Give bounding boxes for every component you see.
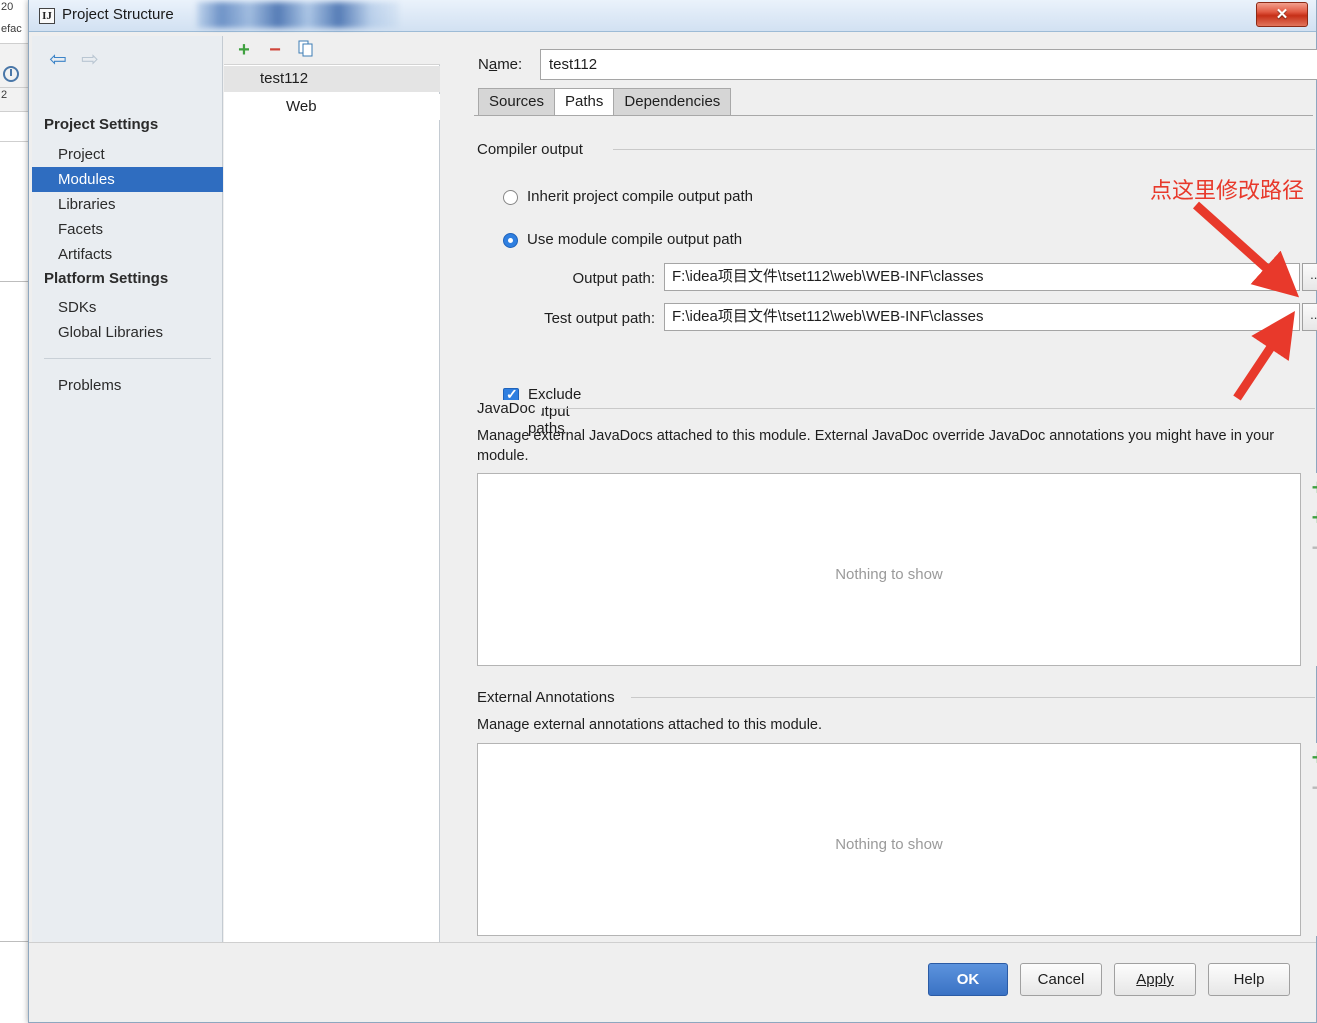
tree-node-web[interactable]: Web	[224, 94, 440, 120]
tab-dependencies[interactable]: Dependencies	[613, 88, 732, 115]
module-tree-toolbar: + −	[224, 36, 440, 65]
sidebar-nav: ⇦ ⇨	[44, 48, 104, 72]
radio-module-label: Use module compile output path	[527, 231, 743, 248]
tab-paths[interactable]: Paths	[554, 88, 615, 115]
tab-underline	[474, 115, 1313, 116]
back-arrow-icon[interactable]: ⇦	[44, 48, 72, 72]
javadoc-actions: + + −	[1303, 473, 1317, 666]
output-path-input[interactable]: F:\idea项目文件\tset112\web\WEB-INF\classes	[664, 263, 1300, 291]
sidebar-divider	[44, 358, 211, 359]
remove-module-button[interactable]: −	[263, 40, 287, 62]
module-name-input[interactable]: test112	[540, 49, 1317, 80]
test-output-path-input[interactable]: F:\idea项目文件\tset112\web\WEB-INF\classes	[664, 303, 1300, 331]
sidebar-item-facets[interactable]: Facets	[32, 217, 223, 242]
settings-sidebar: ⇦ ⇨ Project Settings Project Modules Lib…	[32, 36, 223, 953]
ok-button[interactable]: OK	[928, 963, 1008, 996]
radio-inherit-label: Inherit project compile output path	[527, 188, 753, 205]
sidebar-item-global-libraries[interactable]: Global Libraries	[32, 320, 223, 345]
test-output-path-label: Test output path:	[544, 310, 655, 327]
sidebar-item-sdks[interactable]: SDKs	[32, 295, 223, 320]
sidebar-item-artifacts[interactable]: Artifacts	[32, 242, 223, 267]
sidebar-item-project[interactable]: Project	[32, 142, 223, 167]
compiler-output-caption: Compiler output	[477, 141, 589, 158]
module-detail-panel: Name: test112 Sources Paths Dependencies…	[441, 36, 1317, 953]
title-blurred-region	[197, 2, 399, 28]
radio-inherit-indicator	[503, 190, 518, 205]
javadoc-empty-text: Nothing to show	[835, 565, 943, 583]
remove-javadoc-button[interactable]: −	[1303, 533, 1317, 563]
external-annotations-description: Manage external annotations attached to …	[477, 717, 823, 733]
tree-node-test112[interactable]: test112	[224, 66, 440, 92]
copy-module-icon[interactable]	[294, 40, 318, 62]
dialog-titlebar: IJ Project Structure ✕	[29, 0, 1316, 32]
output-path-browse-button[interactable]: ...	[1302, 263, 1317, 291]
bg-run-icon	[3, 66, 19, 82]
add-module-button[interactable]: +	[232, 40, 256, 62]
dialog-body: ⇦ ⇨ Project Settings Project Modules Lib…	[29, 33, 1317, 1022]
javadoc-rule	[551, 408, 1315, 409]
module-tabs: Sources Paths Dependencies	[478, 88, 732, 115]
sidebar-item-libraries[interactable]: Libraries	[32, 192, 223, 217]
add-annotation-path-button[interactable]: +	[1303, 743, 1317, 773]
name-label: Name:	[478, 56, 523, 73]
test-output-path-browse-button[interactable]: ...	[1302, 303, 1317, 331]
sidebar-group-project-settings: Project Settings	[44, 116, 159, 133]
javadoc-description: Manage external JavaDocs attached to thi…	[477, 428, 1275, 464]
project-structure-dialog: IJ Project Structure ✕ ⇦ ⇨ Project Setti…	[28, 0, 1317, 1023]
radio-module-indicator	[503, 233, 518, 248]
compiler-output-rule	[613, 149, 1315, 150]
sidebar-item-modules[interactable]: Modules	[32, 167, 223, 192]
module-tree-panel: + − test112 Web	[224, 36, 440, 953]
output-path-label: Output path:	[572, 270, 655, 287]
sidebar-item-problems[interactable]: Problems	[32, 373, 223, 398]
add-javadoc-url-button[interactable]: +	[1303, 503, 1317, 533]
help-button[interactable]: Help	[1208, 963, 1290, 996]
external-annotations-caption: External Annotations	[477, 689, 621, 706]
tab-sources[interactable]: Sources	[478, 88, 556, 115]
forward-arrow-icon[interactable]: ⇨	[76, 48, 104, 72]
apply-button-label: Apply	[1136, 971, 1174, 988]
external-annotations-empty-text: Nothing to show	[835, 835, 943, 853]
intellij-idea-icon: IJ	[39, 8, 55, 24]
close-icon[interactable]: ✕	[1256, 2, 1308, 27]
external-annotations-rule	[631, 697, 1315, 698]
cancel-button[interactable]: Cancel	[1020, 963, 1102, 996]
javadoc-list[interactable]: Nothing to show	[477, 473, 1301, 666]
external-annotations-actions: + −	[1303, 743, 1317, 936]
add-javadoc-path-button[interactable]: +	[1303, 473, 1317, 503]
remove-annotation-button[interactable]: −	[1303, 773, 1317, 803]
sidebar-group-platform-settings: Platform Settings	[44, 270, 169, 287]
external-annotations-list[interactable]: Nothing to show	[477, 743, 1301, 936]
dialog-footer: OK Cancel Apply Help	[29, 942, 1316, 1022]
dialog-title: Project Structure	[62, 6, 174, 23]
javadoc-caption: JavaDoc	[477, 400, 542, 417]
apply-button[interactable]: Apply	[1114, 963, 1196, 996]
